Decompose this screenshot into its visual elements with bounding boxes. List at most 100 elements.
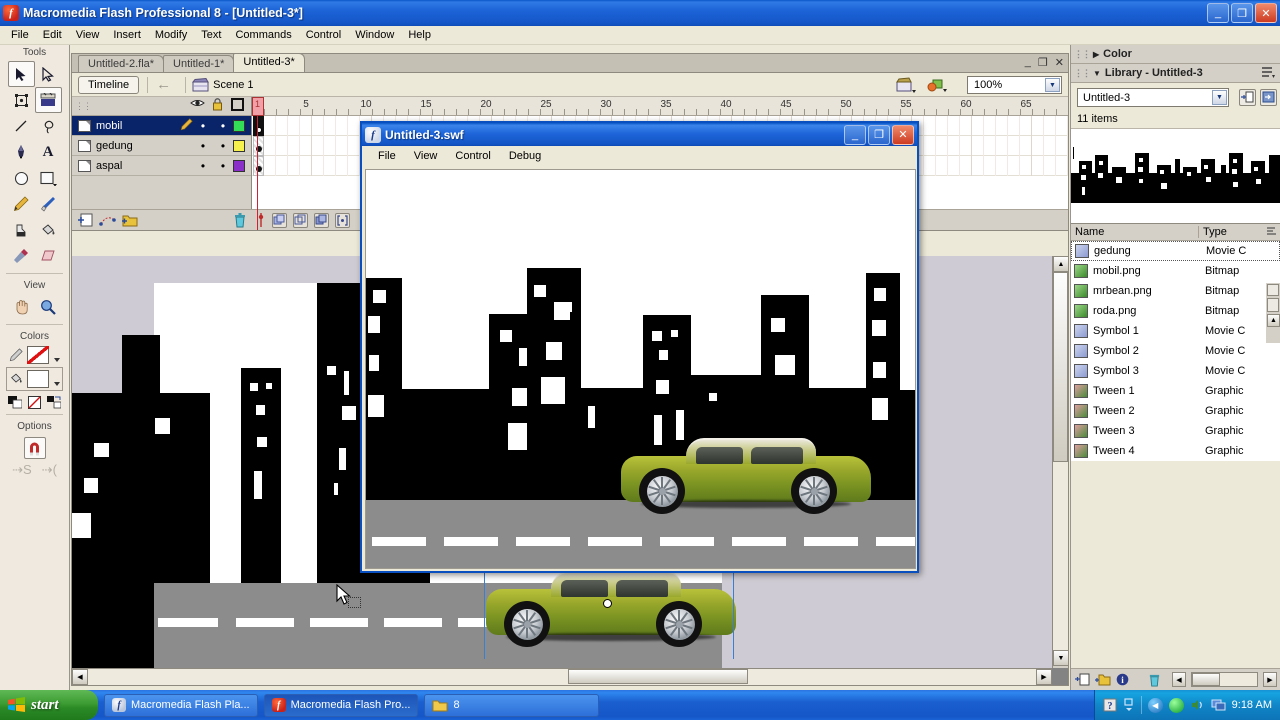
- menu-insert[interactable]: Insert: [106, 27, 148, 43]
- zoom-level-select[interactable]: 100% ▼: [967, 76, 1062, 94]
- frame-cell[interactable]: [1020, 156, 1032, 176]
- scroll-up-arrow[interactable]: ▲: [1053, 256, 1069, 272]
- edit-scene-icon[interactable]: [896, 77, 916, 93]
- library-panel-header[interactable]: ⋮⋮ ▼ Library - Untitled-3: [1071, 64, 1280, 83]
- swf-maximize-button[interactable]: ❐: [868, 124, 890, 145]
- layer-lock-toggle[interactable]: •: [213, 160, 233, 172]
- frame-cell[interactable]: [948, 116, 960, 136]
- frame-cell[interactable]: [924, 116, 936, 136]
- frame-cell[interactable]: [324, 156, 336, 176]
- frame-cell[interactable]: [1056, 116, 1068, 136]
- help-icon[interactable]: ?: [1103, 698, 1117, 712]
- network-icon[interactable]: [1168, 697, 1184, 713]
- snap-to-objects-toggle[interactable]: [23, 437, 46, 459]
- tab-untitled-1[interactable]: Untitled-1*: [163, 55, 235, 72]
- scroll-right-arrow[interactable]: ▶: [1036, 669, 1052, 685]
- frame-cell[interactable]: [948, 136, 960, 156]
- frame-cell[interactable]: [960, 156, 972, 176]
- frame-cell[interactable]: [336, 136, 348, 156]
- show-hidden-icon[interactable]: [1123, 698, 1135, 712]
- library-item[interactable]: Tween 3 Graphic: [1071, 421, 1280, 441]
- stroke-color-swatch[interactable]: [27, 346, 49, 364]
- gradient-transform-tool[interactable]: [34, 87, 62, 113]
- menu-text[interactable]: Text: [194, 27, 228, 43]
- frame-cell[interactable]: [1044, 156, 1056, 176]
- frame-cell[interactable]: [276, 136, 288, 156]
- scroll-left-button[interactable]: ◀: [1172, 672, 1186, 687]
- frame-cell[interactable]: [288, 116, 300, 136]
- taskbar-item-folder[interactable]: 8: [424, 693, 600, 717]
- frame-cell[interactable]: [924, 136, 936, 156]
- library-item-list[interactable]: gedung Movie C mobil.png Bitmap mrbean.p…: [1071, 241, 1280, 461]
- library-h-scroll-thumb[interactable]: [1192, 673, 1220, 686]
- paint-bucket-tool[interactable]: [35, 217, 62, 243]
- menu-commands[interactable]: Commands: [228, 27, 298, 43]
- zoom-tool[interactable]: [35, 294, 62, 320]
- menu-file[interactable]: File: [4, 27, 36, 43]
- outline-square-icon[interactable]: [227, 98, 247, 114]
- menu-view[interactable]: View: [69, 27, 107, 43]
- new-symbol-button[interactable]: [1075, 673, 1090, 686]
- frame-cell[interactable]: [936, 116, 948, 136]
- delete-button[interactable]: [1148, 673, 1161, 687]
- library-item[interactable]: Symbol 2 Movie C: [1071, 341, 1280, 361]
- back-arrow-icon[interactable]: ◀: [1147, 697, 1163, 713]
- line-tool[interactable]: [8, 113, 35, 139]
- frame-cell[interactable]: [264, 156, 276, 176]
- flash-player-canvas[interactable]: [365, 169, 916, 569]
- frame-cell[interactable]: [336, 156, 348, 176]
- frame-cell[interactable]: [300, 116, 312, 136]
- frame-cell[interactable]: [1032, 136, 1044, 156]
- frame-cell[interactable]: [348, 116, 360, 136]
- frame-cell[interactable]: [312, 136, 324, 156]
- layer-lock-toggle[interactable]: •: [213, 140, 233, 152]
- eyedropper-tool[interactable]: [8, 243, 35, 269]
- lock-icon[interactable]: [207, 98, 227, 114]
- new-folder-button[interactable]: [1095, 673, 1111, 686]
- tab-untitled-3[interactable]: Untitled-3*: [233, 53, 305, 72]
- onion-skin-outlines-button[interactable]: [293, 212, 308, 228]
- frame-cell[interactable]: [288, 136, 300, 156]
- layer-color-chip[interactable]: [233, 119, 245, 132]
- back-arrow-icon[interactable]: ←: [156, 76, 179, 93]
- chevron-down-icon[interactable]: ▼: [1093, 69, 1101, 78]
- eye-icon[interactable]: [187, 98, 207, 114]
- library-horizontal-scrollbar[interactable]: [1191, 672, 1258, 687]
- library-item[interactable]: Symbol 1 Movie C: [1071, 321, 1280, 341]
- lasso-tool[interactable]: [35, 113, 62, 139]
- doc-restore-button[interactable]: ❐: [1038, 56, 1048, 69]
- menu-window[interactable]: Window: [348, 27, 401, 43]
- color-panel-header[interactable]: ⋮⋮ ▶ Color: [1071, 45, 1280, 64]
- selection-tool[interactable]: [7, 61, 35, 87]
- panel-options-icon[interactable]: [1261, 66, 1280, 81]
- frame-cell[interactable]: [1020, 136, 1032, 156]
- playhead-marker[interactable]: 1: [252, 97, 264, 116]
- frame-cell[interactable]: [1020, 116, 1032, 136]
- swf-minimize-button[interactable]: _: [844, 124, 866, 145]
- frame-cell[interactable]: [312, 156, 324, 176]
- vertical-scroll-thumb[interactable]: [1053, 272, 1068, 462]
- new-library-panel-icon[interactable]: [1239, 88, 1256, 106]
- swf-close-button[interactable]: ✕: [892, 124, 914, 145]
- restore-button[interactable]: ❐: [1231, 3, 1253, 23]
- library-scrollbar[interactable]: ▲: [1266, 283, 1280, 343]
- insert-layer-folder-button[interactable]: [121, 213, 139, 228]
- taskbar-item-flash-player[interactable]: f Macromedia Flash Pla...: [104, 693, 258, 717]
- flash-player-window[interactable]: f Untitled-3.swf _ ❐ ✕ File View Control…: [360, 121, 919, 573]
- library-item[interactable]: gedung Movie C: [1071, 241, 1280, 261]
- frame-cell[interactable]: [1008, 156, 1020, 176]
- frame-cell[interactable]: [312, 116, 324, 136]
- subselection-tool[interactable]: [35, 61, 62, 87]
- frame-cell[interactable]: [960, 136, 972, 156]
- frame-cell[interactable]: [996, 136, 1008, 156]
- layer-visibility-toggle[interactable]: •: [193, 120, 213, 132]
- layer-row-aspal[interactable]: aspal • •: [72, 156, 251, 176]
- hand-tool[interactable]: [8, 294, 35, 320]
- swf-menu-file[interactable]: File: [370, 148, 404, 164]
- clock[interactable]: 9:18 AM: [1232, 699, 1272, 711]
- edit-multiple-frames-button[interactable]: [314, 212, 329, 228]
- volume-icon[interactable]: [1190, 698, 1205, 712]
- frame-cell[interactable]: [984, 156, 996, 176]
- black-and-white-icon[interactable]: [8, 396, 22, 409]
- frame-cell[interactable]: [924, 156, 936, 176]
